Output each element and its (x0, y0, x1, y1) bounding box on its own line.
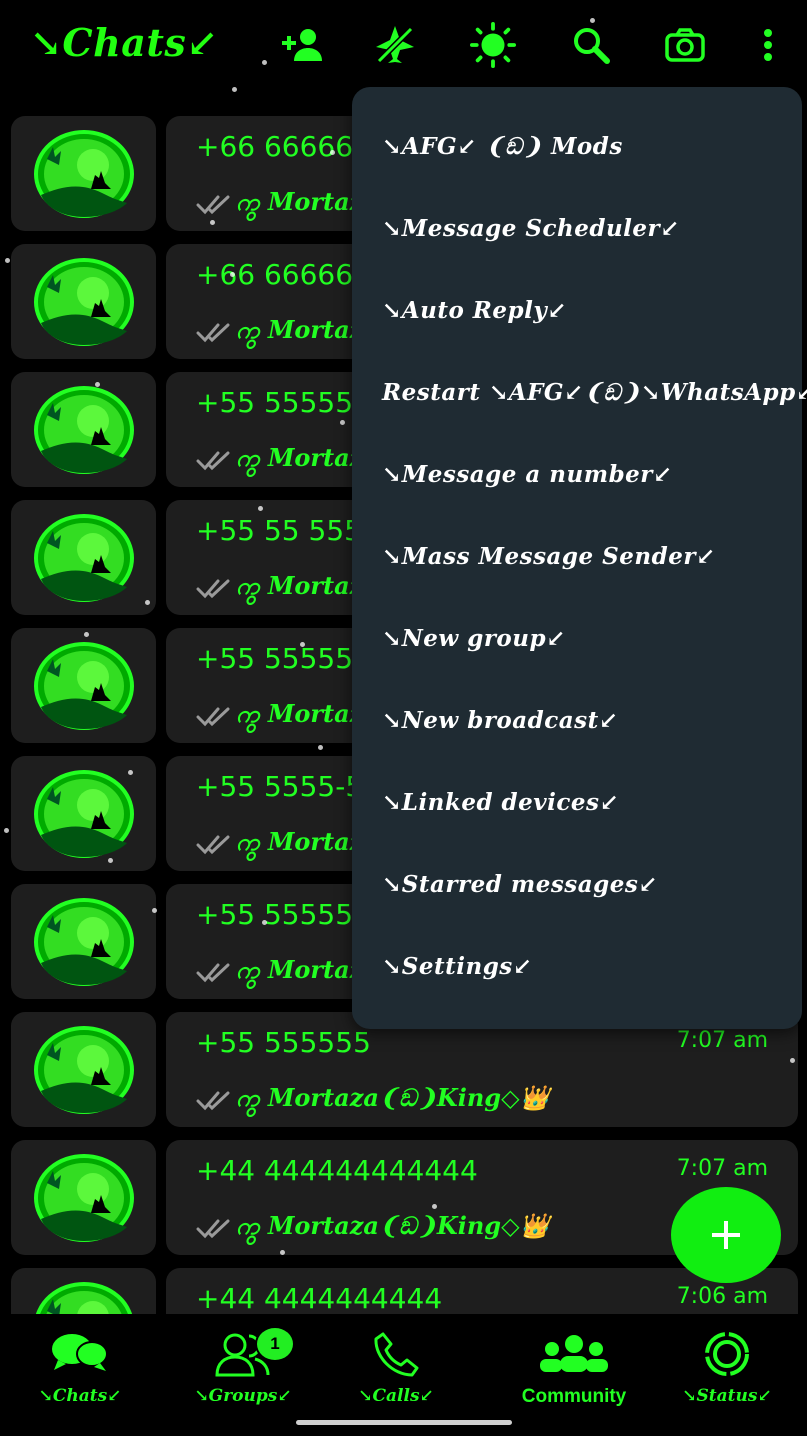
chat-time: 7:06 am (676, 1284, 768, 1309)
avatar[interactable] (11, 756, 156, 871)
chat-row[interactable]: +44 4444444444 7:06 am (0, 1268, 807, 1314)
chat-name: +55 55555 (196, 642, 354, 675)
more-vert-icon[interactable] (745, 22, 791, 68)
overflow-menu: ↘AFG↙ ❨ඞ❩ Mods ↘Message Scheduler↙ ↘Auto R… (352, 87, 807, 1029)
top-app-bar: ↘Chats↙ (0, 0, 807, 90)
nav-chats-label: ↘Chats↙ (38, 1386, 122, 1406)
chat-name: +66 66666 (196, 130, 354, 163)
groups-icon (163, 1330, 323, 1378)
bottom-navigation: ↘Chats↙ 1 ↘Groups↙ ↘Calls↙ Community ↘St… (0, 1314, 807, 1436)
chat-name: +55 55555 (196, 898, 354, 931)
chat-row[interactable]: +55 555555 7:07 am ကွ Mortaza❨ඞ❩King◇👑 (0, 1012, 807, 1128)
double-check-icon (196, 579, 230, 599)
chat-time: 7:07 am (676, 1028, 768, 1053)
nav-status[interactable]: ↘Status↙ (647, 1330, 807, 1406)
chat-time: 7:07 am (676, 1156, 768, 1181)
nav-status-label: ↘Status↙ (682, 1386, 772, 1406)
double-check-icon (196, 835, 230, 855)
avatar[interactable] (11, 500, 156, 615)
nav-calls-label: ↘Calls↙ (358, 1386, 434, 1406)
airplane-off-icon[interactable] (372, 22, 418, 68)
home-indicator[interactable] (296, 1420, 512, 1425)
menu-item[interactable]: ↘Auto Reply↙ (382, 297, 567, 324)
avatar[interactable] (11, 884, 156, 999)
double-check-icon (196, 963, 230, 983)
avatar[interactable] (11, 1140, 156, 1255)
brightness-icon[interactable] (470, 22, 516, 69)
menu-item[interactable]: ↘Starred messages↙ (382, 871, 658, 898)
nav-chats[interactable]: ↘Chats↙ (0, 1330, 160, 1406)
chat-name: +55 5555-5 (196, 770, 364, 803)
add-contact-icon[interactable] (280, 22, 326, 68)
double-check-icon (196, 707, 230, 727)
menu-item[interactable]: ↘Linked devices↙ (382, 789, 619, 816)
double-check-icon (196, 1219, 230, 1239)
avatar[interactable] (11, 244, 156, 359)
new-chat-fab[interactable] (671, 1187, 781, 1283)
menu-item[interactable]: Restart ↘AFG↙❨ඞ❩↘WhatsApp↙ (382, 379, 807, 406)
chat-last-message: ကွ Mortaza❨ඞ❩King◇👑 (236, 1211, 550, 1240)
phone-icon (316, 1330, 476, 1378)
community-icon (494, 1330, 654, 1378)
camera-icon[interactable] (662, 22, 708, 68)
menu-item[interactable]: ↘Mass Message Sender↙ (382, 543, 716, 570)
double-check-icon (196, 323, 230, 343)
groups-badge: 1 (255, 1326, 295, 1362)
nav-groups[interactable]: 1 ↘Groups↙ (163, 1326, 323, 1406)
chat-last-message: ကွ Mortaza❨ඞ❩King◇👑 (236, 1083, 550, 1112)
search-icon[interactable] (568, 22, 614, 68)
double-check-icon (196, 451, 230, 471)
menu-item[interactable]: ↘Message a number↙ (382, 461, 673, 488)
chats-icon (0, 1330, 160, 1378)
double-check-icon (196, 1091, 230, 1111)
menu-item[interactable]: ↘Settings↙ (382, 953, 533, 980)
chat-name: +66 66666 (196, 258, 354, 291)
page-title: ↘Chats↙ (30, 20, 219, 65)
menu-item[interactable]: ↘New group↙ (382, 625, 566, 652)
avatar[interactable] (11, 1268, 156, 1314)
chat-preview: ကွ Mortaza❨ඞ❩King◇👑 (196, 1082, 549, 1118)
chat-name: +44 4444444444 (196, 1282, 443, 1314)
menu-item[interactable]: ↘New broadcast↙ (382, 707, 619, 734)
plus-icon (712, 1221, 740, 1249)
chat-card[interactable]: +55 555555 7:07 am ကွ Mortaza❨ඞ❩King◇👑 (166, 1012, 798, 1127)
avatar[interactable] (11, 1012, 156, 1127)
menu-item[interactable]: ↘Message Scheduler↙ (382, 215, 680, 242)
status-icon (647, 1330, 807, 1378)
chat-name: +44 444444444444 (196, 1154, 478, 1187)
chat-name: +55 55555 (196, 386, 354, 419)
nav-groups-label: ↘Groups↙ (194, 1386, 292, 1406)
chat-name: +55 555555 (196, 1026, 371, 1059)
avatar[interactable] (11, 628, 156, 743)
nav-community-label: Community (521, 1386, 627, 1407)
nav-community[interactable]: Community (494, 1330, 654, 1408)
avatar[interactable] (11, 372, 156, 487)
chat-name: +55 55 555 (196, 514, 362, 547)
avatar[interactable] (11, 116, 156, 231)
nav-calls[interactable]: ↘Calls↙ (316, 1330, 476, 1406)
menu-item[interactable]: ↘AFG↙ ❨ඞ❩ Mods (382, 133, 623, 160)
chat-preview: ကွ Mortaza❨ඞ❩King◇👑 (196, 1210, 549, 1246)
double-check-icon (196, 195, 230, 215)
